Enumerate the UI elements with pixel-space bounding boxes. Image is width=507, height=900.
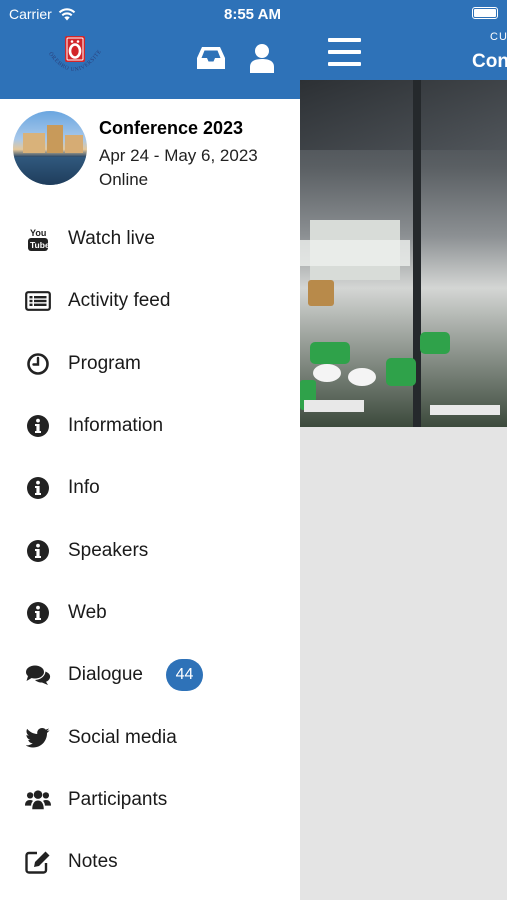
menu-label: Watch live (68, 228, 155, 250)
battery-icon (472, 7, 498, 19)
event-title: Conference 2023 (99, 118, 244, 138)
event-card[interactable]: Conference 2023 Apr 24 - May 6, 2023 Onl… (0, 104, 300, 192)
status-carrier: Carrier (9, 6, 76, 22)
menu-item-info[interactable]: Info (0, 457, 300, 519)
hamburger-menu-icon[interactable] (328, 38, 361, 66)
info-icon (25, 413, 51, 439)
menu-label: Program (68, 352, 141, 374)
menu-item-watch-live[interactable]: You Tube Watch live (0, 208, 300, 270)
hero-image (300, 80, 507, 427)
event-mode: Online (99, 170, 149, 189)
status-time: 8:55 AM (224, 6, 281, 23)
menu-label: Social media (68, 726, 177, 748)
unread-count-badge: 44 (166, 659, 203, 692)
drawer-header: Carrier 8:55 AM ÖREBRO UNIVERSITET (0, 0, 300, 99)
feed-icon (25, 288, 51, 314)
drawer-menu: You Tube Watch live Activity feed Progra… (0, 208, 300, 893)
main-header-subtitle: CU (490, 31, 507, 43)
menu-label: Activity feed (68, 290, 171, 312)
menu-item-activity-feed[interactable]: Activity feed (0, 270, 300, 332)
info-icon (25, 475, 51, 501)
comments-icon (25, 662, 51, 688)
university-logo[interactable]: ÖREBRO UNIVERSITET (40, 34, 108, 80)
wifi-icon (58, 7, 75, 20)
menu-label: Info (68, 477, 100, 499)
side-drawer: Carrier 8:55 AM ÖREBRO UNIVERSITET (0, 0, 300, 900)
users-icon (25, 787, 51, 813)
menu-label: Web (68, 601, 107, 623)
event-avatar (13, 111, 87, 185)
inbox-icon[interactable] (196, 44, 226, 72)
menu-item-notes[interactable]: Notes (0, 831, 300, 893)
info-icon (25, 538, 51, 564)
edit-icon (25, 849, 51, 875)
menu-item-web[interactable]: Web (0, 582, 300, 644)
event-dates: Apr 24 - May 6, 2023 (99, 146, 258, 165)
menu-item-participants[interactable]: Participants (0, 769, 300, 831)
menu-label: Dialogue (68, 664, 143, 686)
svg-text:Tube: Tube (30, 240, 49, 250)
menu-item-program[interactable]: Program (0, 333, 300, 395)
twitter-icon (25, 725, 51, 751)
menu-item-speakers[interactable]: Speakers (0, 519, 300, 581)
main-header-title: Con (472, 51, 507, 72)
youtube-icon: You Tube (25, 226, 51, 252)
menu-label: Notes (68, 851, 118, 873)
menu-label: Speakers (68, 539, 149, 561)
menu-item-social-media[interactable]: Social media (0, 706, 300, 768)
menu-label: Participants (68, 788, 168, 810)
svg-text:You: You (30, 228, 46, 238)
profile-icon[interactable] (248, 43, 276, 73)
menu-item-information[interactable]: Information (0, 395, 300, 457)
clock-icon (25, 351, 51, 377)
menu-item-dialogue[interactable]: Dialogue 44 (0, 644, 300, 706)
carrier-label: Carrier (9, 6, 52, 22)
info-icon (25, 600, 51, 626)
menu-label: Information (68, 415, 164, 437)
